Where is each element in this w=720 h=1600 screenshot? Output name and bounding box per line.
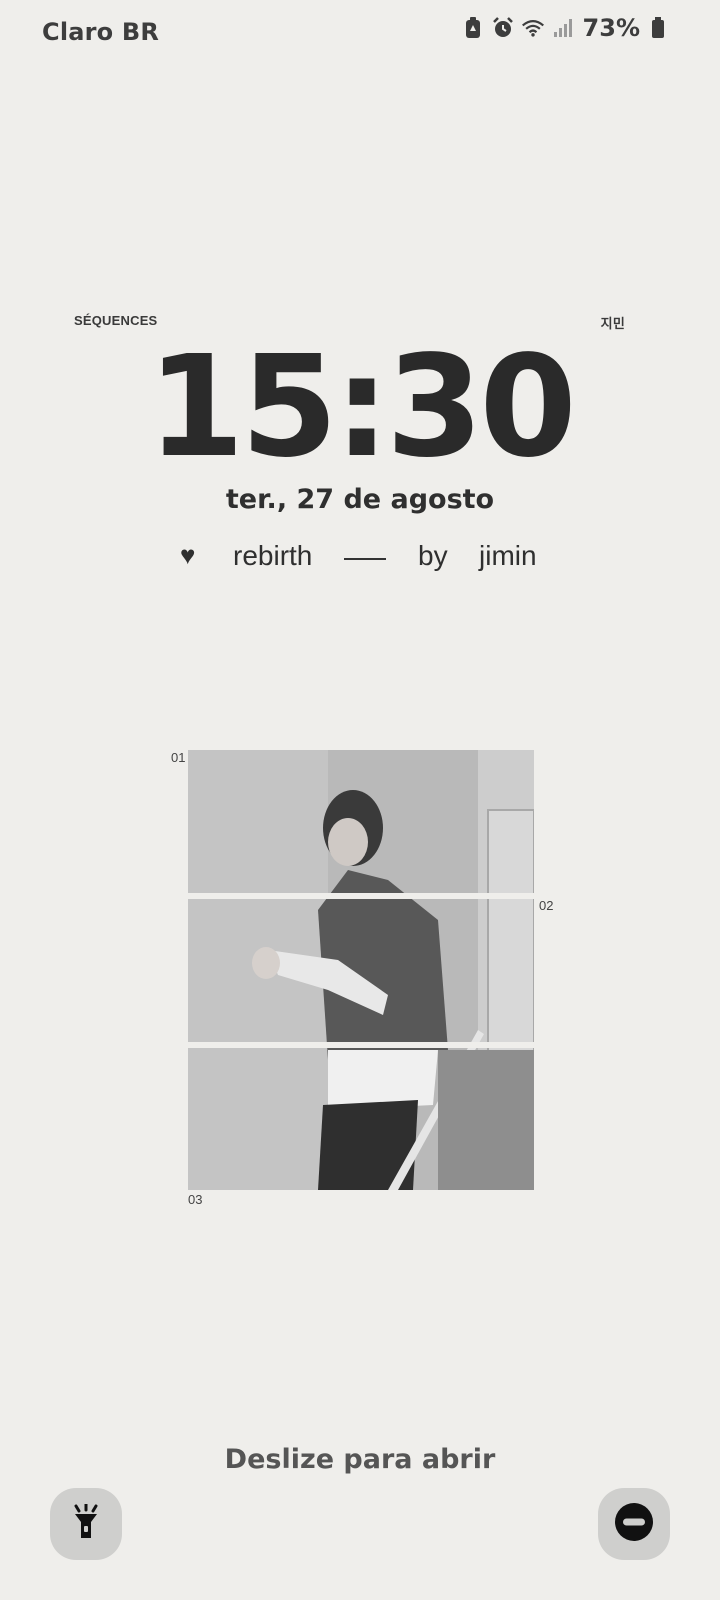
do-not-disturb-button[interactable]	[598, 1488, 670, 1560]
subtitle-word-by: by	[418, 540, 448, 571]
subtitle-dash	[344, 558, 386, 560]
song-subtitle: ♥ rebirth by jimin	[180, 540, 540, 580]
korean-name-label: 지민	[600, 316, 625, 331]
wallpaper-photo	[188, 750, 534, 1190]
flashlight-icon	[71, 1502, 101, 1545]
sequences-label: SÉQUENCES	[74, 313, 158, 328]
wifi-icon	[521, 16, 545, 40]
alarm-icon	[491, 16, 515, 40]
status-icons: 73%	[461, 14, 670, 42]
battery-percent: 73%	[582, 14, 640, 42]
flashlight-button[interactable]	[50, 1488, 122, 1560]
lock-clock[interactable]: 15:30	[0, 338, 720, 478]
do-not-disturb-icon	[614, 1502, 654, 1547]
subtitle-word-jimin: jimin	[479, 540, 537, 571]
heart-icon: ♥	[180, 540, 196, 570]
photo-panel-1	[188, 750, 534, 893]
lock-date[interactable]: ter., 27 de agosto	[0, 484, 720, 515]
photo-index-02: 02	[539, 898, 554, 913]
photo-panel-2	[188, 899, 534, 1042]
battery-icon	[646, 16, 670, 40]
battery-saver-icon	[461, 16, 485, 40]
photo-index-03: 03	[188, 1192, 203, 1207]
swipe-to-unlock-hint[interactable]: Deslize para abrir	[0, 1444, 720, 1475]
photo-panel-3	[188, 1048, 534, 1190]
subtitle-word-rebirth: rebirth	[233, 540, 313, 571]
photo-index-01: 01	[171, 750, 186, 765]
carrier-name: Claro BR	[42, 18, 160, 46]
status-bar: Claro BR 73%	[0, 0, 720, 64]
signal-icon	[551, 16, 575, 40]
